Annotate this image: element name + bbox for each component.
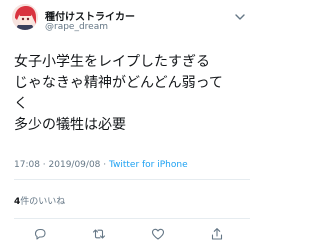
avatar-image: [12, 4, 38, 30]
user-handle[interactable]: @rape_dream: [45, 22, 108, 32]
display-name[interactable]: 種付けストライカー: [45, 8, 135, 23]
tweet: 種付けストライカー @rape_dream 女子小学生をレイプしたすぎる じゃな…: [0, 0, 250, 243]
timestamp[interactable]: 17:08 · 2019/09/08 ·: [14, 160, 109, 170]
share-icon[interactable]: [210, 227, 224, 241]
avatar[interactable]: [12, 4, 38, 30]
tweet-text-line: 女子小学生をレイプしたすぎる: [14, 54, 210, 70]
source-link[interactable]: Twitter for iPhone: [109, 160, 188, 170]
chevron-down-icon[interactable]: [234, 7, 246, 20]
likes-count[interactable]: 4件のいいね: [14, 194, 65, 207]
retweet-icon[interactable]: [92, 227, 106, 241]
divider: [14, 179, 250, 180]
tweet-text-line: じゃなきゃ精神がどんどん弱って: [14, 75, 223, 91]
tweet-meta: 17:08 · 2019/09/08 · Twitter for iPhone: [14, 160, 188, 170]
tweet-text-line: 多少の犠牲は必要: [14, 117, 126, 133]
tweet-text-line: く: [14, 96, 28, 112]
divider: [14, 218, 250, 219]
reply-icon[interactable]: [33, 227, 47, 241]
heart-icon[interactable]: [151, 227, 165, 241]
likes-label: 件のいいね: [20, 197, 66, 207]
tweet-text: 女子小学生をレイプしたすぎる じゃなきゃ精神がどんどん弱って く 多少の犠牲は必…: [14, 52, 246, 136]
